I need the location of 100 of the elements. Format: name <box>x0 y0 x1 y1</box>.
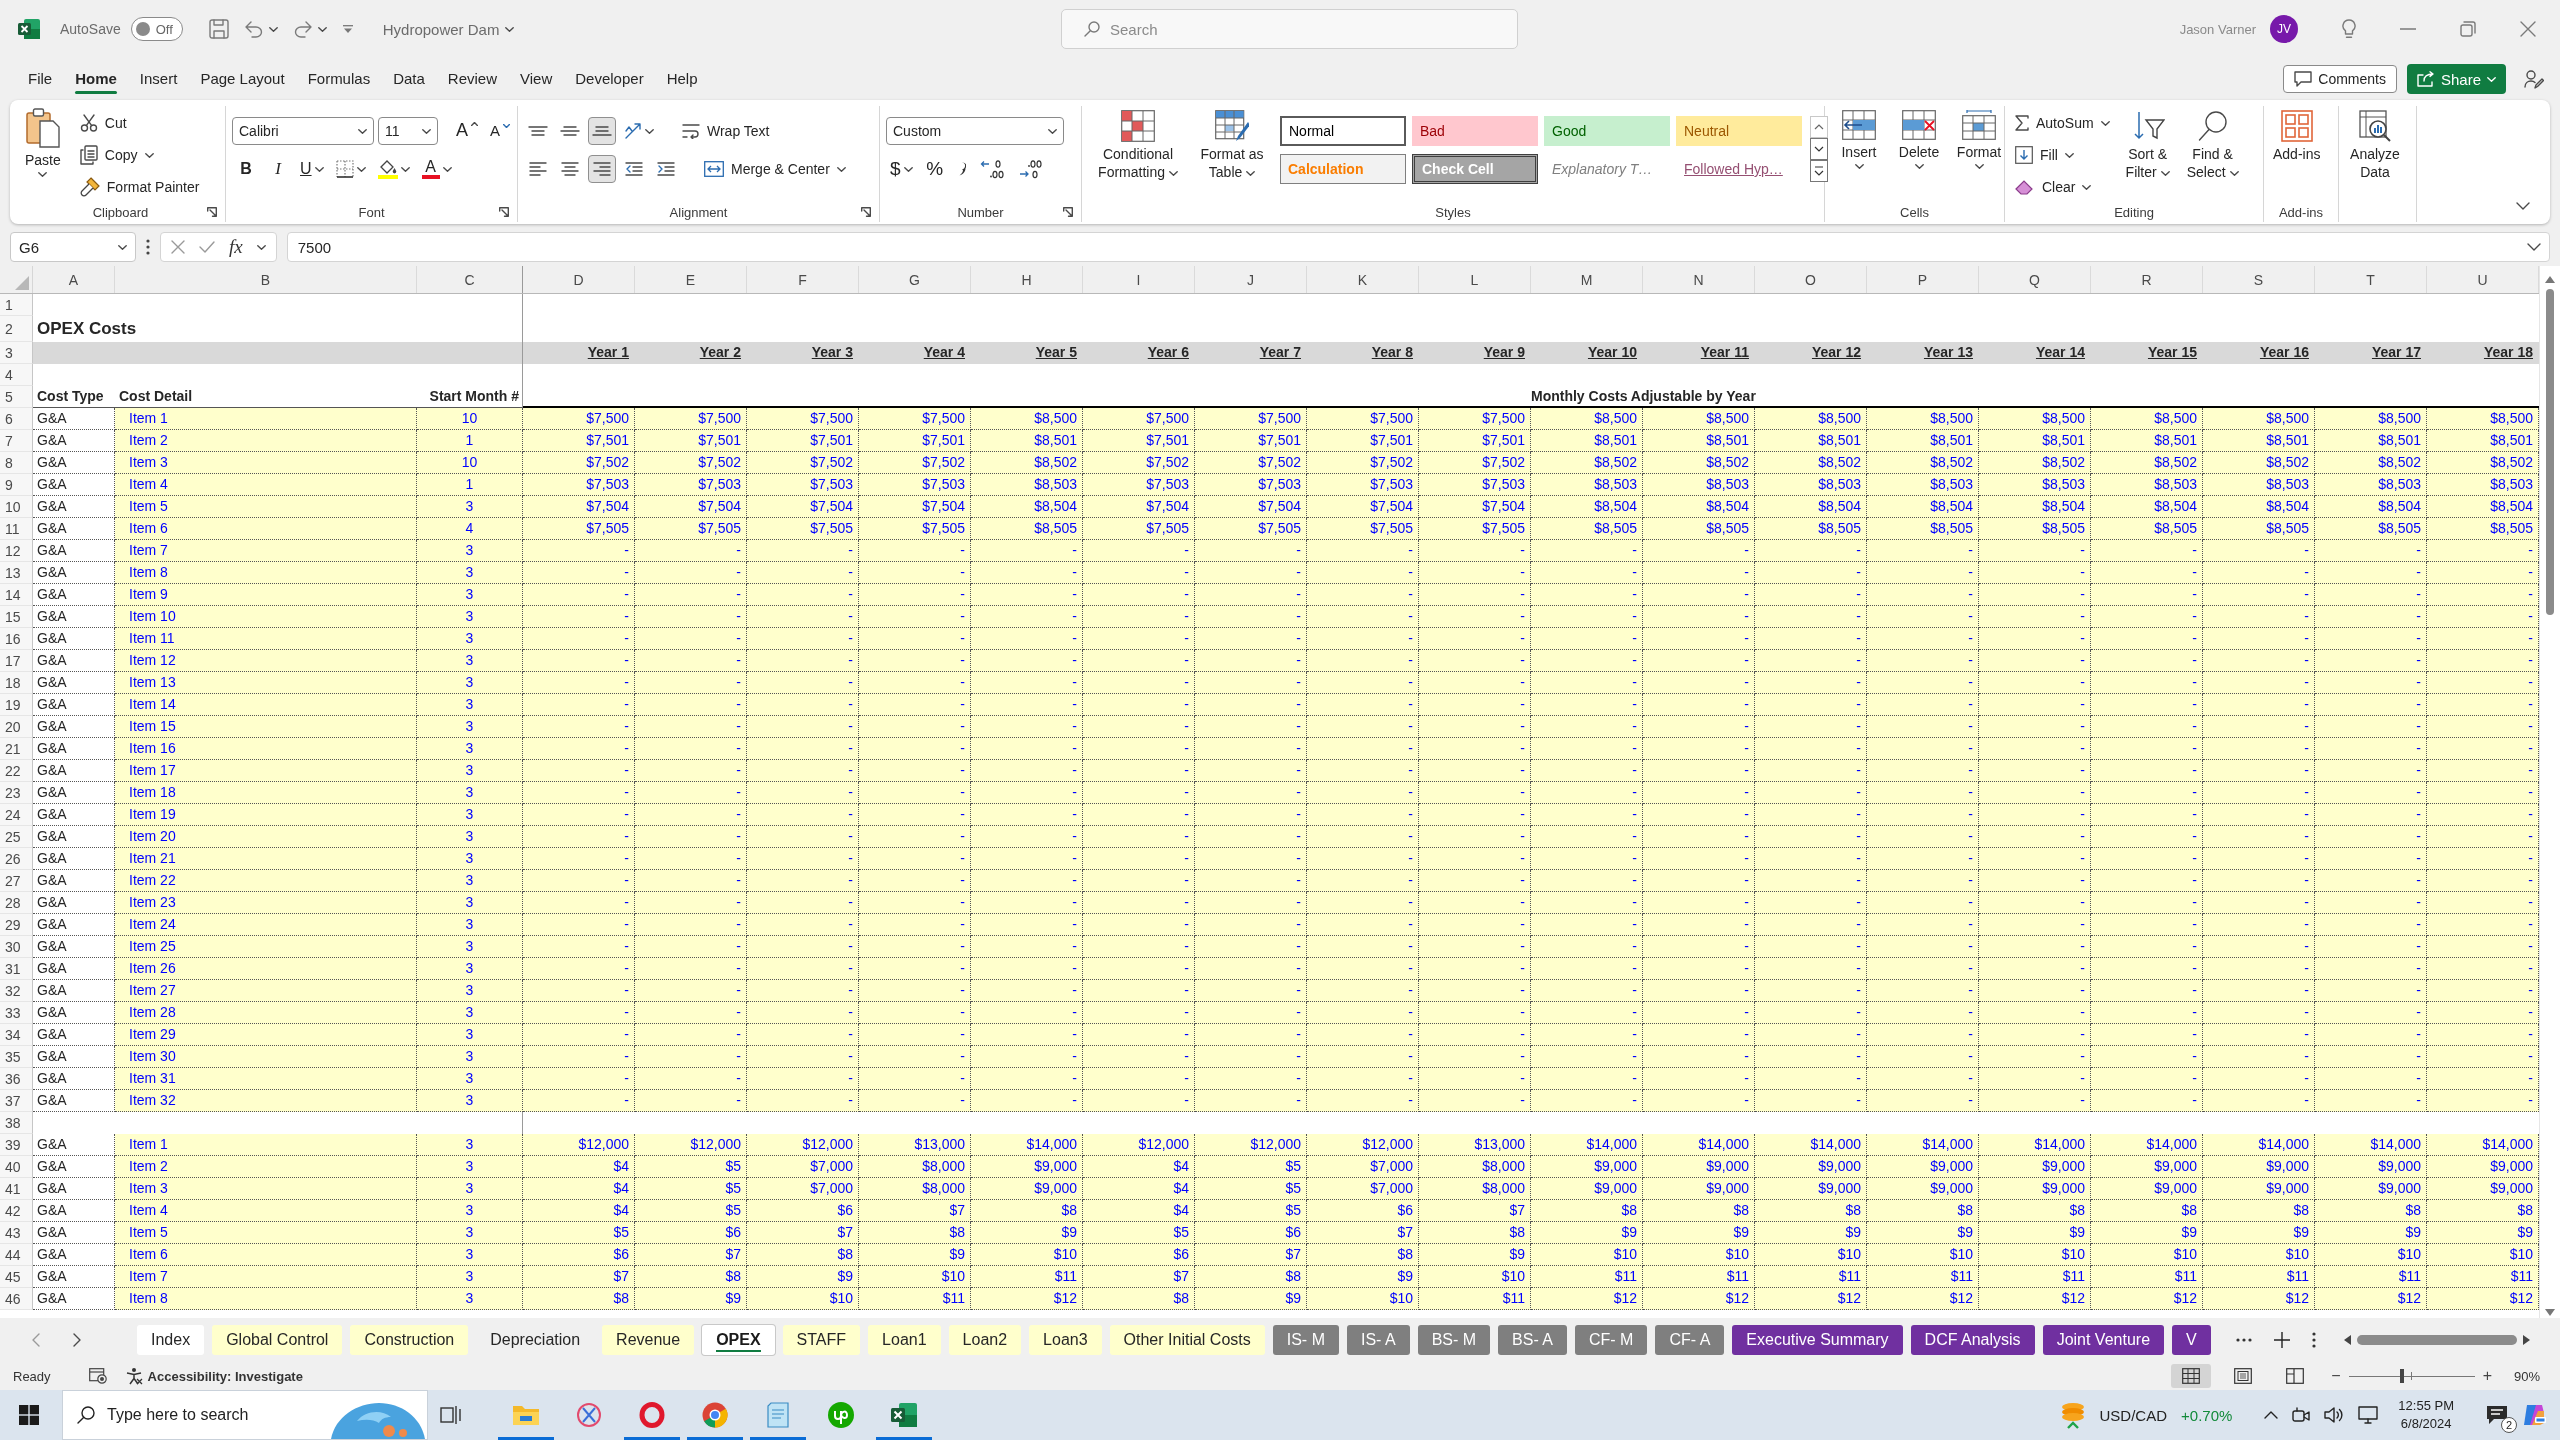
redo-icon[interactable] <box>293 20 312 38</box>
cell-style-option[interactable]: Explanatory T… <box>1544 154 1670 184</box>
sheet-tab[interactable]: Index <box>137 1325 205 1355</box>
row-header[interactable]: 37 <box>0 1090 33 1112</box>
column-header[interactable]: U <box>2427 266 2539 293</box>
cell-style-option[interactable]: Normal <box>1280 116 1406 146</box>
column-header[interactable]: O <box>1755 266 1867 293</box>
column-header[interactable]: G <box>859 266 971 293</box>
message-bubble-icon[interactable] <box>2486 1405 2508 1425</box>
currency-pair[interactable]: USD/CAD <box>2099 1406 2168 1424</box>
scroll-up-arrow-icon[interactable] <box>2545 276 2555 283</box>
task-view-icon[interactable] <box>440 1405 462 1425</box>
sheet-tab[interactable]: DCF Analysis <box>1910 1325 2035 1355</box>
ribbon-tab[interactable]: Review <box>436 63 508 95</box>
column-header[interactable]: D <box>523 266 635 293</box>
gallery-down-icon[interactable] <box>1810 138 1828 160</box>
row-header[interactable]: 42 <box>0 1200 33 1222</box>
check-icon[interactable] <box>199 241 215 253</box>
name-box[interactable]: G6 <box>10 232 136 262</box>
row-header[interactable]: 34 <box>0 1024 33 1046</box>
clear-button[interactable]: Clear <box>2011 172 2114 202</box>
zoom-slider-thumb[interactable] <box>2399 1369 2404 1383</box>
column-header[interactable]: H <box>971 266 1083 293</box>
zoom-percentage[interactable]: 90% <box>2514 1368 2548 1384</box>
row-header[interactable]: 29 <box>0 914 33 936</box>
row-header[interactable]: 39 <box>0 1134 33 1156</box>
grow-font-button[interactable]: A <box>452 117 482 145</box>
ribbon-tab[interactable]: Data <box>382 63 436 95</box>
column-header[interactable]: Q <box>1979 266 2091 293</box>
row-header[interactable]: 18 <box>0 672 33 694</box>
row-header[interactable]: 19 <box>0 694 33 716</box>
column-header[interactable]: F <box>747 266 859 293</box>
sort-filter-button[interactable]: Sort & Filter <box>2117 106 2178 181</box>
align-bottom-button[interactable] <box>588 117 616 145</box>
previous-sheet-icon[interactable] <box>32 1333 40 1347</box>
row-header[interactable]: 16 <box>0 628 33 650</box>
sheet-tab[interactable]: Loan1 <box>868 1325 941 1355</box>
row-header[interactable]: 26 <box>0 848 33 870</box>
row-header[interactable]: 17 <box>0 650 33 672</box>
chevron-up-icon[interactable] <box>2264 1411 2279 1419</box>
font-name-dropdown[interactable]: Calibri <box>232 117 374 145</box>
delete-button[interactable]: Delete <box>1891 106 1947 169</box>
normal-view-button[interactable] <box>2171 1364 2212 1388</box>
dialog-launcher-icon[interactable] <box>207 207 217 217</box>
autosave-toggle[interactable]: Off <box>130 17 183 41</box>
zoom-in-button[interactable]: + <box>2478 1367 2496 1385</box>
row-header[interactable]: 20 <box>0 716 33 738</box>
person-pencil-icon[interactable] <box>2524 69 2544 89</box>
comma-style-icon[interactable] <box>957 162 966 176</box>
monitor-icon[interactable] <box>2358 1406 2379 1424</box>
tile-logo-icon[interactable] <box>2522 1403 2546 1427</box>
row-header[interactable]: 28 <box>0 892 33 914</box>
cell-style-option[interactable]: Followed Hyp… <box>1676 154 1802 184</box>
row-header[interactable]: 27 <box>0 870 33 892</box>
row-header[interactable]: 6 <box>0 408 33 430</box>
format-painter-button[interactable]: Format Painter <box>75 172 204 202</box>
sheet-tab[interactable]: Executive Summary <box>1732 1325 1903 1355</box>
sheet-tab[interactable]: Other Initial Costs <box>1109 1325 1265 1355</box>
comments-button[interactable]: Comments <box>2283 65 2397 93</box>
dialog-launcher-icon[interactable] <box>499 207 509 217</box>
dialog-launcher-icon[interactable] <box>1063 207 1073 217</box>
currency-change[interactable]: +0.70% <box>2181 1406 2233 1424</box>
row-header[interactable]: 44 <box>0 1244 33 1266</box>
share-button[interactable]: Share <box>2406 64 2506 94</box>
sheet-tab[interactable]: OPEX <box>702 1325 775 1355</box>
row-header[interactable]: 4 <box>0 364 33 386</box>
row-header[interactable]: 12 <box>0 540 33 562</box>
underline-button[interactable]: U <box>296 155 328 183</box>
format-button[interactable]: Format <box>1951 106 2007 169</box>
next-sheet-icon[interactable] <box>73 1333 81 1347</box>
column-header[interactable]: A <box>33 266 115 293</box>
sheet-tab[interactable]: BS- A <box>1498 1325 1567 1355</box>
expand-caret-icon[interactable] <box>2527 243 2541 251</box>
row-header[interactable]: 36 <box>0 1068 33 1090</box>
insert-button[interactable]: Insert <box>1831 106 1887 169</box>
sheet-tab[interactable]: BS- M <box>1417 1325 1491 1355</box>
column-header[interactable]: P <box>1867 266 1979 293</box>
ribbon-tab[interactable]: Developer <box>564 63 655 95</box>
sheet-tab[interactable]: Joint Venture <box>2042 1325 2165 1355</box>
user-avatar[interactable]: JV <box>2270 15 2298 43</box>
cell-style-option[interactable]: Good <box>1544 116 1670 146</box>
more-sheets-icon[interactable] <box>2236 1338 2252 1342</box>
format-as-table-button[interactable]: Format as Table <box>1192 106 1272 181</box>
row-header[interactable]: 31 <box>0 958 33 980</box>
sheet-tab[interactable]: Construction <box>350 1325 469 1355</box>
sheet-tab[interactable]: V <box>2172 1325 2211 1355</box>
sheet-tab[interactable]: Loan2 <box>948 1325 1022 1355</box>
document-title[interactable]: Hydropower Dam <box>382 20 515 38</box>
column-header[interactable]: N <box>1643 266 1755 293</box>
close-icon[interactable] <box>2520 21 2536 37</box>
column-header[interactable]: B <box>115 266 417 293</box>
lightbulb-icon[interactable] <box>2342 19 2356 39</box>
column-header[interactable]: S <box>2203 266 2315 293</box>
sheet-tab[interactable]: Depreciation <box>476 1325 595 1355</box>
restore-icon[interactable] <box>2460 21 2476 37</box>
column-header[interactable]: I <box>1083 266 1195 293</box>
row-header[interactable]: 25 <box>0 826 33 848</box>
column-header[interactable]: K <box>1307 266 1419 293</box>
scrollbar-thumb[interactable] <box>2357 1335 2517 1345</box>
row-header[interactable]: 13 <box>0 562 33 584</box>
